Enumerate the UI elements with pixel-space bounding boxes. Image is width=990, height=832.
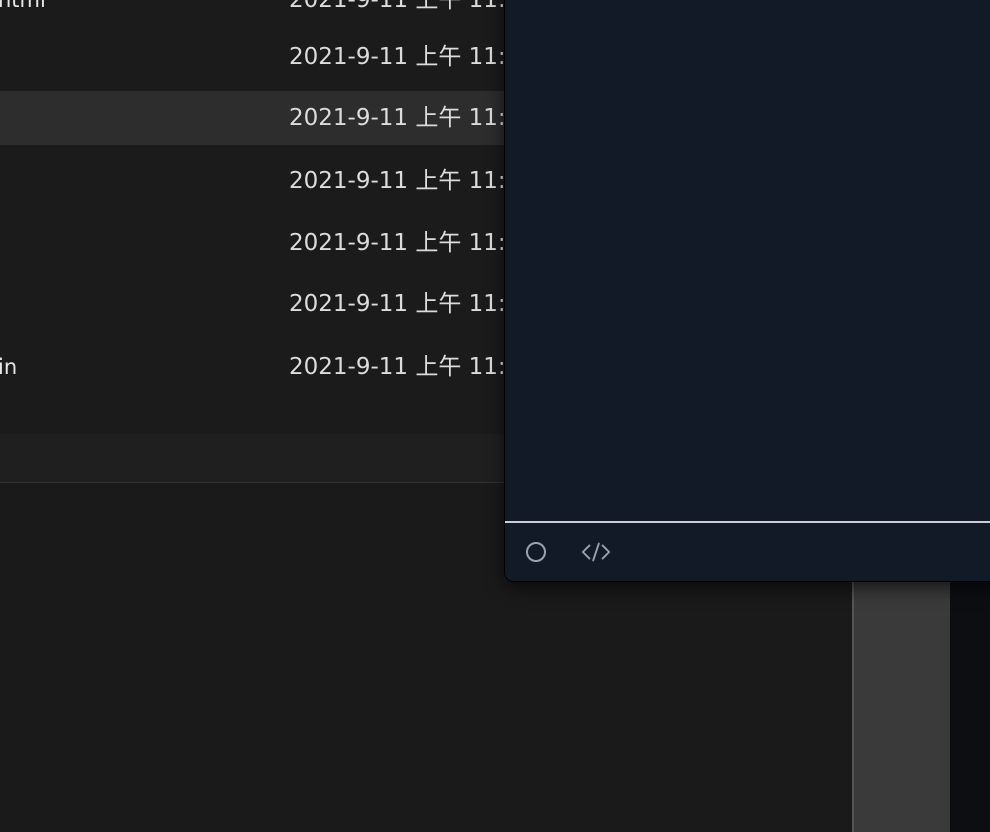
floating-editor-panel (504, 0, 990, 582)
file-date-modified: 2021-9-11 上午 11: (289, 44, 506, 70)
file-date-modified: 2021-9-11 上午 11: (289, 354, 506, 380)
file-date-modified: 2021-9-11 上午 11: (289, 105, 506, 131)
file-date-modified: 2021-9-11 上午 11: (289, 0, 506, 13)
circle-icon[interactable] (521, 537, 551, 567)
panel-toolbar (505, 523, 990, 581)
file-date-modified: 2021-9-11 上午 11: (289, 291, 506, 317)
code-icon[interactable] (581, 537, 611, 567)
file-name: in (0, 355, 18, 379)
file-date-modified: 2021-9-11 上午 11: (289, 168, 506, 194)
side-panel-edge (950, 560, 990, 832)
file-name: html (0, 0, 46, 12)
side-panel-scrollbar[interactable] (852, 560, 952, 832)
file-date-modified: 2021-9-11 上午 11: (289, 230, 506, 256)
